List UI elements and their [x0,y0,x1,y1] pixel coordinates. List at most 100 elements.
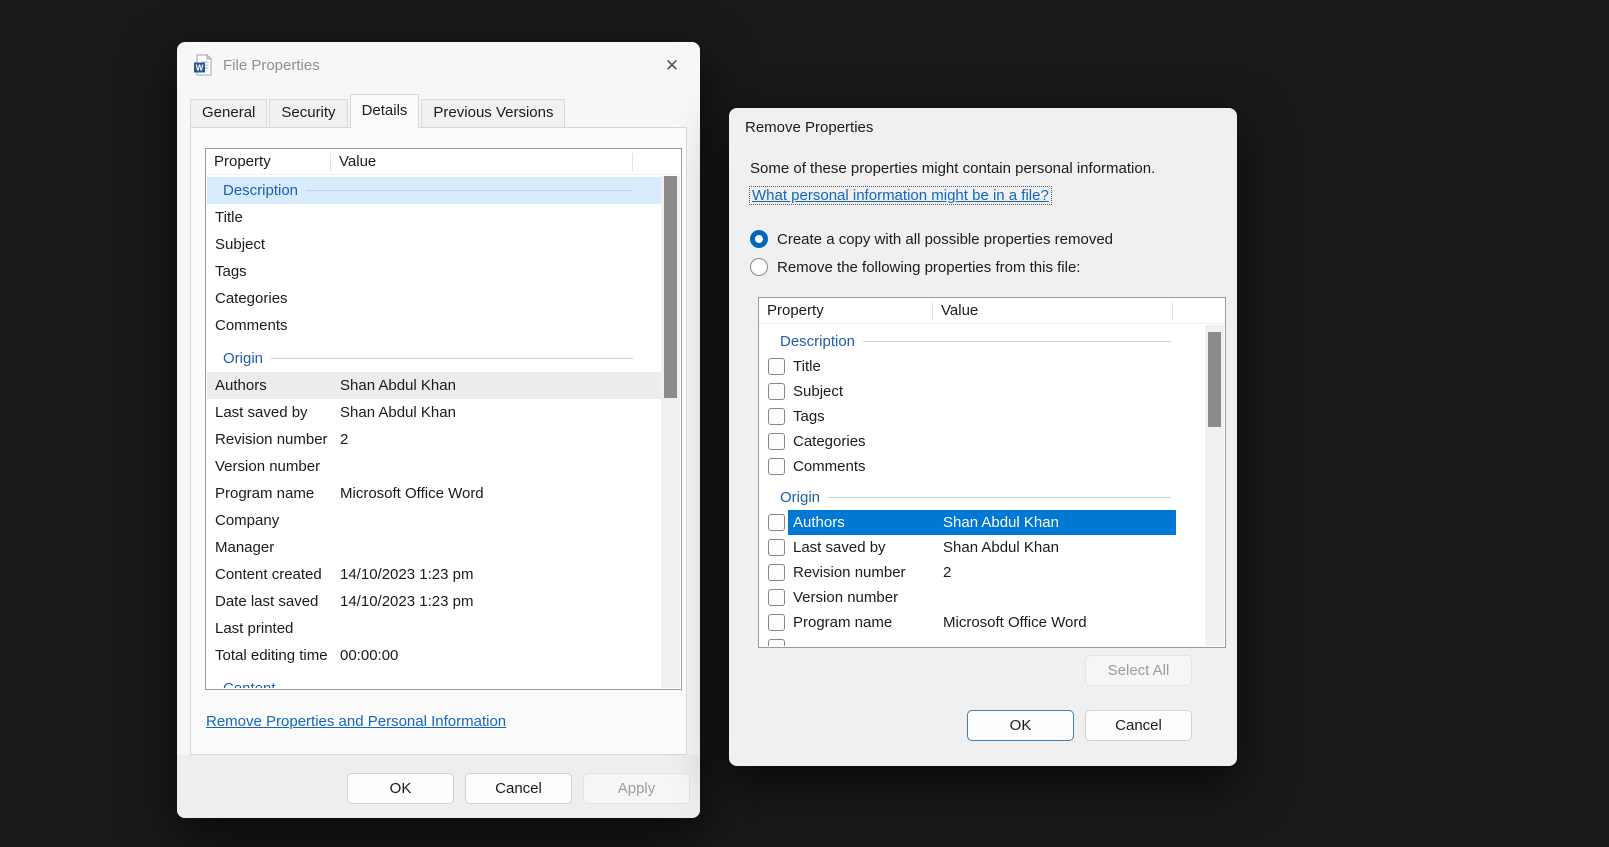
tab-security[interactable]: Security [269,99,347,127]
column-header-value[interactable]: Value [331,153,633,171]
checkbox-row-selected[interactable]: AuthorsShan Abdul Khan [760,510,1207,535]
property-cell: Authors [788,514,935,531]
column-header-property[interactable]: Property [206,153,331,171]
group-row-description[interactable]: Description [760,329,1207,354]
radio-label: Remove the following properties from thi… [777,259,1080,276]
word-document-icon: W [193,54,213,76]
radio-button-unselected-icon[interactable] [750,258,768,276]
group-row-origin[interactable]: Origin [207,345,663,372]
checkbox-row[interactable]: Program nameMicrosoft Office Word [760,610,1207,635]
checkbox[interactable] [768,383,785,400]
tab-previous-versions[interactable]: Previous Versions [421,99,565,127]
property-cell: Comments [788,458,935,475]
scrollbar[interactable] [661,176,680,688]
scrollbar-thumb[interactable] [664,176,677,398]
column-header-property[interactable]: Property [759,302,933,320]
checkbox-row[interactable]: Revision number2 [760,560,1207,585]
table-row[interactable]: AuthorsShan Abdul Khan [207,372,663,399]
select-all-button[interactable]: Select All [1085,655,1192,686]
property-cell: Program name [788,614,935,631]
property-cell: Subject [207,236,332,253]
group-row-content[interactable]: Content [207,675,663,688]
table-row[interactable]: Program nameMicrosoft Office Word [207,480,663,507]
scrollbar[interactable] [1205,325,1224,646]
table-header: Property Value [759,298,1225,324]
group-label: Origin [760,489,820,506]
remove-properties-link[interactable]: Remove Properties and Personal Informati… [206,713,506,730]
property-cell: Version number [788,589,935,606]
ok-button[interactable]: OK [967,710,1074,741]
table-row[interactable]: Date last saved14/10/2023 1:23 pm [207,588,663,615]
radio-option-remove-selected[interactable]: Remove the following properties from thi… [750,258,1080,276]
checkbox-row[interactable]: Title [760,354,1207,379]
table-row[interactable]: Version number [207,453,663,480]
table-row[interactable]: Last printed [207,615,663,642]
checkbox[interactable] [768,564,785,581]
table-row[interactable]: Manager [207,534,663,561]
table-row[interactable]: Content created14/10/2023 1:23 pm [207,561,663,588]
group-label: Description [760,333,855,350]
table-row[interactable]: Title [207,204,663,231]
checkbox-row[interactable]: Subject [760,379,1207,404]
close-button[interactable]: ✕ [660,54,684,78]
file-properties-dialog: W File Properties ✕ General Security Det… [177,42,700,818]
tab-details[interactable]: Details [350,94,420,128]
property-cell: Title [788,358,935,375]
checkbox-row[interactable]: Tags [760,404,1207,429]
table-row[interactable]: Categories [207,285,663,312]
property-cell: Comments [207,317,332,334]
apply-button[interactable]: Apply [583,773,690,804]
table-row[interactable]: Revision number2 [207,426,663,453]
checkbox-row[interactable]: Categories [760,429,1207,454]
property-cell: Last printed [207,620,332,637]
checkbox[interactable] [768,614,785,631]
checkbox-row[interactable]: Comments [760,454,1207,479]
checkbox[interactable] [768,408,785,425]
group-divider [306,190,633,191]
value-cell: 2 [935,564,951,581]
radio-button-selected-icon[interactable] [750,230,768,248]
checkbox[interactable] [768,539,785,556]
group-row-description[interactable]: Description [207,177,663,204]
checkbox[interactable] [768,358,785,375]
property-cell: Last saved by [788,539,935,556]
scrollbar-thumb[interactable] [1208,332,1221,427]
table-row[interactable]: Company [207,507,663,534]
table-row[interactable]: Last saved byShan Abdul Khan [207,399,663,426]
checkbox[interactable] [768,458,785,475]
checkbox-row[interactable]: Version number [760,585,1207,610]
checkbox-row[interactable]: Last saved byShan Abdul Khan [760,535,1207,560]
checkbox[interactable] [768,433,785,450]
cancel-button[interactable]: Cancel [465,773,572,804]
table-row[interactable]: Subject [207,231,663,258]
checkbox[interactable] [768,514,785,531]
tab-strip: General Security Details Previous Versio… [190,94,567,127]
group-row-origin[interactable]: Origin [760,485,1207,510]
table-row[interactable]: Total editing time00:00:00 [207,642,663,669]
cancel-button[interactable]: Cancel [1085,710,1192,741]
property-cell: Tags [207,263,332,280]
tab-general[interactable]: General [190,99,267,127]
properties-table: Property Value Description Title Subject… [758,297,1226,648]
property-cell: Company [207,512,332,529]
checkbox[interactable] [768,589,785,606]
radio-label: Create a copy with all possible properti… [777,231,1113,248]
table-row[interactable]: Tags [207,258,663,285]
value-cell: Shan Abdul Khan [935,514,1059,531]
checkbox-row-partial[interactable] [760,635,1207,646]
value-cell: Shan Abdul Khan [332,377,456,394]
column-header-value[interactable]: Value [933,302,1173,320]
ok-button[interactable]: OK [347,773,454,804]
dialog-footer: OK Cancel Apply [177,755,700,818]
property-cell: Version number [207,458,332,475]
value-cell: Shan Abdul Khan [935,539,1059,556]
info-text: Some of these properties might contain p… [750,160,1155,177]
remove-properties-dialog: Remove Properties Some of these properti… [729,108,1237,766]
property-cell: Categories [207,290,332,307]
close-icon: ✕ [665,56,679,76]
table-row[interactable]: Comments [207,312,663,339]
value-cell: Microsoft Office Word [935,614,1087,631]
checkbox[interactable] [768,639,785,646]
help-link[interactable]: What personal information might be in a … [749,186,1052,205]
radio-option-create-copy[interactable]: Create a copy with all possible properti… [750,230,1113,248]
